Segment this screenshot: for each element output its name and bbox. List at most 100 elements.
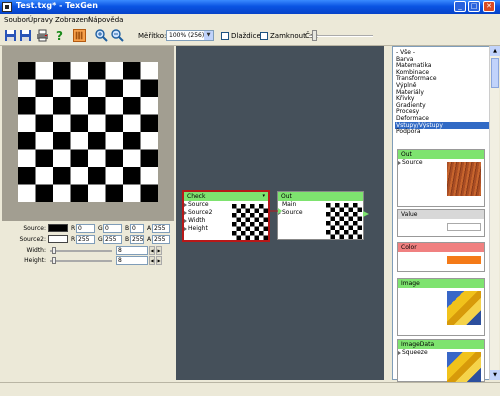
height-label: Height: [24,257,46,264]
source2-r-label: R [71,236,76,243]
source-label: Source: [23,225,46,232]
time-slider-thumb[interactable] [312,30,317,41]
check-node[interactable]: Check ▾ Source Source2 Width Height [182,190,270,242]
source2-label: Source2: [19,236,46,243]
source-g-label: G [98,225,103,232]
window-title: Test.txg* - TexGen [16,1,98,10]
close-button[interactable]: ✕ [483,1,495,12]
palette-card-out-title: Out [398,150,484,159]
save-icon[interactable] [4,29,17,42]
source-b-input[interactable]: 0 [130,224,144,233]
palette-card-color-title: Color [398,243,484,252]
height-row: Height: 8 ◀ ▶ [2,256,174,266]
height-slider-thumb[interactable] [52,257,56,264]
source-b-label: B [125,225,130,232]
width-decrement-button[interactable]: ◀ [149,246,155,255]
zoom-value: 100% (256) [169,32,205,39]
zoom-out-icon[interactable] [111,29,124,42]
svg-text:?: ? [56,29,63,42]
category-item[interactable]: Podpora [396,128,492,135]
chevron-down-icon[interactable]: ▼ [204,31,213,40]
width-increment-button[interactable]: ▶ [156,246,162,255]
source2-row: Source2: R 255 G 255 B 255 A 255 [2,235,174,245]
source-a-label: A [147,225,152,232]
source2-color-swatch[interactable] [48,235,68,243]
save-as-icon[interactable] [19,29,32,42]
zoom-label: Měřítko: [138,32,167,40]
out-node-title: Out [281,193,292,200]
title-bar: Test.txg* - TexGen _ □ ✕ [0,0,500,14]
palette-card-image-title: Image [398,279,484,288]
toolbar: ? Měřítko: 100% (256) ▼ Dlaždice Zamknou… [0,26,500,46]
width-slider-thumb[interactable] [52,247,56,254]
menu-help[interactable]: Nápověda [88,16,123,24]
out-output-arrow [363,211,369,217]
app-icon [2,2,12,12]
lock-checkbox[interactable] [260,32,268,40]
scroll-down-icon[interactable]: ▼ [490,370,500,380]
height-decrement-button[interactable]: ◀ [149,256,155,265]
source-a-input[interactable]: 255 [152,224,170,233]
minimize-button[interactable]: _ [454,1,466,12]
width-label: Width: [26,247,46,254]
source2-b-label: B [125,236,130,243]
menu-bar: Soubor Úpravy Zobrazení Nápověda [0,14,500,26]
height-increment-button[interactable]: ▶ [156,256,162,265]
out-node-header[interactable]: Out [278,192,363,201]
status-bar [0,382,500,396]
preview-area [2,46,174,221]
source2-g-label: G [98,236,103,243]
palette-scrollbar[interactable]: ▲ ▼ [489,46,500,380]
width-row: Width: 8 ◀ ▶ [2,246,174,256]
node-connection [268,208,282,214]
palette-card-imagedata-title: ImageData [398,340,484,349]
scroll-up-icon[interactable]: ▲ [490,46,500,56]
palette-card-image-thumbnail [447,291,481,325]
source-r-input[interactable]: 0 [76,224,95,233]
palette-card-color-swatch [447,256,481,264]
source2-a-label: A [147,236,152,243]
out-node[interactable]: Out Main Source [277,191,364,240]
print-icon[interactable] [36,29,49,42]
source-g-input[interactable]: 0 [103,224,122,233]
node-menu-icon[interactable]: ▾ [262,192,265,201]
time-slider-track[interactable] [309,35,373,37]
checker-preview [18,62,158,202]
tile-checkbox[interactable] [221,32,229,40]
lock-label: Zamknout [270,32,306,40]
help-icon[interactable]: ? [53,29,66,42]
palette-scroll-thumb[interactable] [491,58,499,88]
zoom-select[interactable]: 100% (256) ▼ [166,30,214,41]
zoom-in-icon[interactable] [95,29,108,42]
left-panel: Source: R 0 G 0 B 0 A 255 Source2: R 255… [2,46,174,380]
maximize-button[interactable]: □ [468,1,480,12]
menu-edit[interactable]: Úpravy [28,16,53,24]
height-input[interactable]: 8 [116,256,148,265]
tile-label: Dlaždice [231,32,261,40]
menu-view[interactable]: Zobrazení [55,16,90,24]
palette-card-image[interactable]: Image [397,278,485,336]
check-node-title: Check [187,193,206,200]
menu-file[interactable]: Soubor [4,16,29,24]
palette-card-value[interactable]: Value [397,209,485,237]
check-node-header[interactable]: Check ▾ [184,192,268,201]
pattern-tool-icon[interactable] [73,29,86,42]
source2-r-input[interactable]: 255 [76,235,95,244]
palette-card-value-title: Value [398,210,484,219]
width-slider-track[interactable] [50,250,112,252]
source2-a-input[interactable]: 255 [152,235,170,244]
check-node-thumbnail [232,204,268,240]
palette-card-value-field [447,223,481,231]
palette-card-color[interactable]: Color [397,242,485,272]
source-r-label: R [71,225,76,232]
source2-b-input[interactable]: 255 [130,235,144,244]
palette-card-imagedata[interactable]: ImageData Squeeze [397,339,485,382]
source2-g-input[interactable]: 255 [103,235,122,244]
source-color-swatch[interactable] [48,224,68,232]
height-slider-track[interactable] [50,260,112,262]
palette-card-imagedata-thumbnail [447,352,481,382]
palette-card-out[interactable]: Out Source [397,149,485,207]
width-input[interactable]: 8 [116,246,148,255]
out-node-thumbnail [326,203,362,239]
node-graph-canvas[interactable]: Check ▾ Source Source2 Width Height Out … [176,46,384,380]
